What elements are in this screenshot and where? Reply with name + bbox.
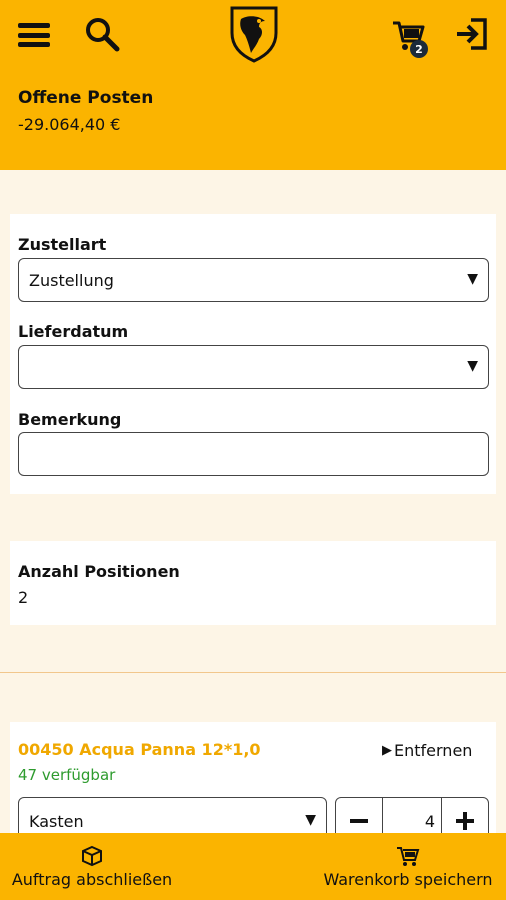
product-name[interactable]: 00450 Acqua Panna 12*1,0 [18,740,261,759]
save-cart-label: Warenkorb speichern [323,869,493,889]
complete-order-label: Auftrag abschließen [11,869,173,889]
remove-item-button[interactable]: ▶ Entfernen [382,741,472,760]
dropdown-arrow-icon: ▼ [467,271,478,287]
app-header: 2 Offene Posten -29.064,40 € [0,0,506,170]
product-availability: 47 verfügbar [18,766,116,784]
divider [0,672,506,673]
summary-card [10,541,496,625]
remove-label: Entfernen [394,741,473,760]
dropdown-arrow-icon: ▼ [467,358,478,374]
save-cart-button[interactable]: Warenkorb speichern [312,833,504,900]
box-icon [82,845,102,866]
bemerkung-input[interactable] [18,432,489,476]
lieferdatum-select[interactable]: ▼ [18,345,489,389]
cart-icon [397,846,420,866]
play-triangle-icon: ▶ [382,743,392,758]
anzahl-positionen-label: Anzahl Positionen [18,562,180,581]
cart-button[interactable]: 2 [386,14,430,58]
zustellart-select[interactable]: Zustellung ▼ [18,258,489,302]
menu-bar [18,42,50,47]
plus-icon [456,812,474,830]
menu-button[interactable] [16,20,52,50]
offene-posten-value: -29.064,40 € [18,115,121,134]
footer-bar: Auftrag abschließen Warenkorb speichern [0,833,506,900]
complete-order-button[interactable]: Auftrag abschließen [4,833,180,900]
dropdown-arrow-icon: ▼ [305,812,316,828]
menu-bar [18,23,50,28]
search-icon [86,18,120,52]
logout-button[interactable] [452,14,492,54]
unit-value: Kasten [29,811,84,831]
cart-count-badge: 2 [410,40,428,58]
logout-icon [457,18,487,50]
minus-icon [350,819,368,823]
menu-bar [18,32,50,38]
anzahl-positionen-value: 2 [18,588,29,607]
offene-posten-label: Offene Posten [18,88,154,108]
zustellart-value: Zustellung [29,270,114,290]
shield-eagle-logo [230,6,278,63]
lieferdatum-label: Lieferdatum [18,322,129,341]
zustellart-label: Zustellart [18,235,107,254]
logo [228,4,280,64]
bemerkung-label: Bemerkung [18,410,122,429]
search-button[interactable] [82,14,122,54]
